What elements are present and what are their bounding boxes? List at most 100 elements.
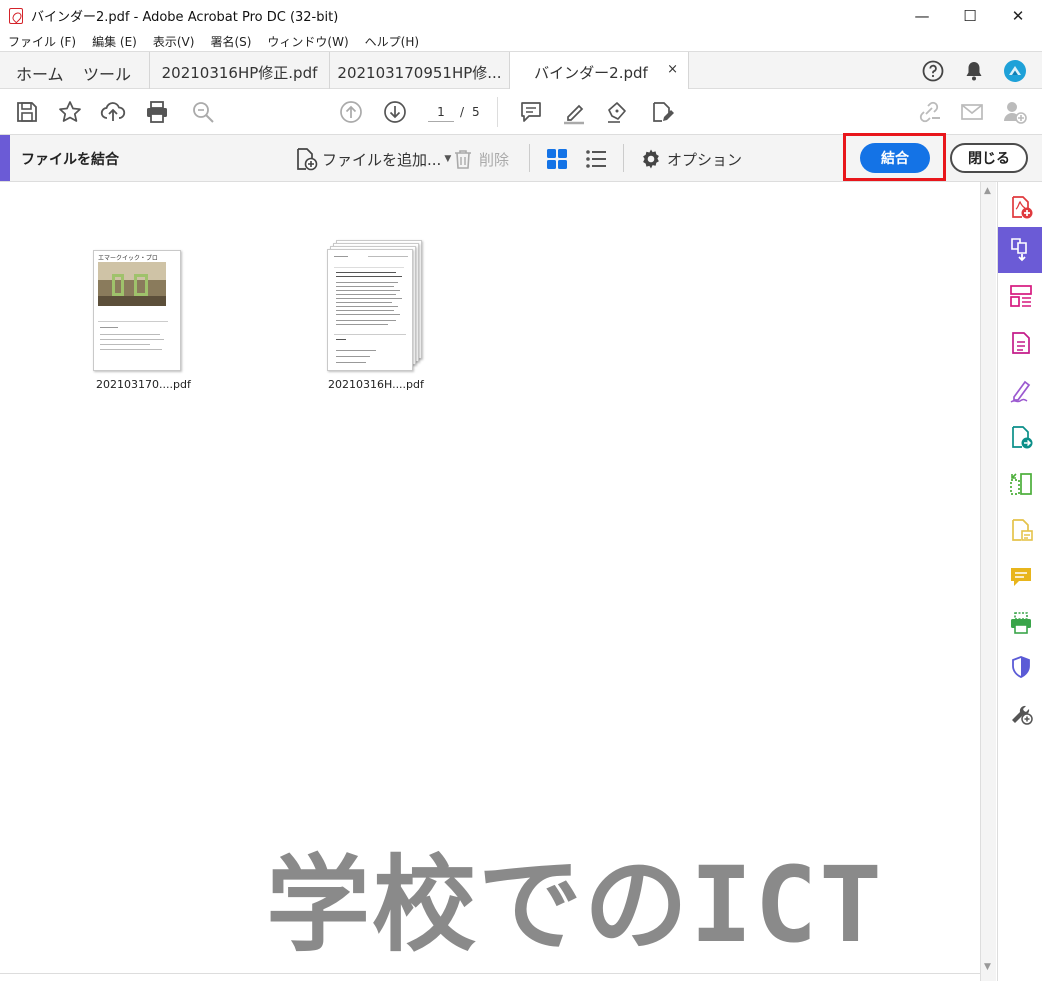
combine-title: ファイルを結合: [21, 152, 119, 168]
menu-edit[interactable]: 編集 (E): [84, 33, 145, 50]
status-divider: [0, 973, 980, 974]
watermark-text: 学校でのICT: [266, 844, 884, 966]
previous-page-icon[interactable]: [338, 99, 364, 125]
organize-pages-tool[interactable]: [998, 273, 1042, 319]
current-page-input[interactable]: 1: [428, 102, 454, 122]
preview-photo: [98, 262, 166, 306]
export-pdf-icon: [1011, 332, 1030, 354]
more-tools[interactable]: [998, 690, 1042, 736]
file-name-label: 202103170....pdf: [96, 378, 191, 391]
print-icon[interactable]: [144, 99, 170, 125]
email-icon[interactable]: [959, 99, 985, 125]
combine-files-bar: ファイルを結合 ファイルを追加... ▼ 削除 オプション 結合 閉じる: [0, 133, 1042, 182]
close-window-button[interactable]: ✕: [994, 0, 1042, 31]
combine-button[interactable]: 結合: [860, 143, 930, 173]
wrench-plus-icon: [1011, 705, 1033, 725]
comment-icon[interactable]: [518, 99, 544, 125]
fill-sign-pen-icon[interactable]: [605, 99, 631, 125]
add-user-icon[interactable]: [1002, 99, 1028, 125]
tab-document-label: バインダー2.pdf: [534, 64, 648, 82]
help-icon[interactable]: [921, 59, 945, 83]
window-controls: — ☐ ✕: [898, 0, 1042, 31]
toolbar-divider: [497, 97, 498, 127]
combine-divider: [529, 144, 530, 172]
file-name-label: 20210316H....pdf: [328, 378, 424, 391]
print-production-tool[interactable]: [998, 600, 1042, 646]
fill-sign-tool[interactable]: [998, 368, 1042, 414]
organize-pages-icon: [1009, 285, 1032, 307]
delete-button[interactable]: 削除: [452, 147, 509, 171]
main-toolbar: 1 / 5: [0, 89, 1042, 135]
combine-accent-strip: [0, 135, 10, 181]
menu-view[interactable]: 表示(V): [145, 33, 203, 50]
edit-pdf-icon: [1011, 519, 1033, 541]
trash-icon: [455, 150, 471, 169]
add-files-label: ファイルを追加...: [322, 150, 442, 169]
tab-document-1[interactable]: 20210316HP修正.pdf: [149, 52, 329, 89]
send-for-review-tool[interactable]: [998, 414, 1042, 460]
notification-bell-icon[interactable]: [962, 59, 986, 83]
tab-close-icon[interactable]: ×: [667, 62, 678, 77]
highlight-pen-icon[interactable]: [561, 99, 587, 125]
protect-tool[interactable]: [998, 644, 1042, 690]
options-button[interactable]: オプション: [640, 147, 742, 171]
tab-tools[interactable]: ツール: [83, 61, 131, 85]
scroll-up-arrow-icon[interactable]: ▲: [984, 186, 991, 196]
bookmark-star-icon[interactable]: [57, 99, 83, 125]
tab-document-3[interactable]: バインダー2.pdf ×: [509, 52, 689, 90]
export-pdf-tool[interactable]: [998, 320, 1042, 366]
menu-sign[interactable]: 署名(S): [202, 33, 259, 50]
share-link-icon[interactable]: [916, 99, 942, 125]
tab-document-2[interactable]: 20210317095​1HP修...: [329, 52, 509, 89]
page-separator: /: [460, 105, 465, 119]
account-avatar-icon[interactable]: [1003, 59, 1027, 83]
chevron-down-icon: ▼: [444, 154, 452, 164]
options-label: オプション: [667, 150, 743, 169]
protect-shield-icon: [1011, 656, 1030, 678]
edit-document-icon[interactable]: [649, 99, 675, 125]
pdf-page-preview: エマークイック・プロ: [93, 250, 181, 371]
close-combine-button[interactable]: 閉じる: [950, 143, 1028, 173]
add-file-icon: [297, 148, 318, 171]
comment-tool[interactable]: [998, 554, 1042, 600]
scroll-down-arrow-icon[interactable]: ▼: [984, 962, 991, 972]
combine-files-tool[interactable]: [998, 227, 1042, 273]
add-files-button[interactable]: ファイルを追加... ▼: [294, 147, 451, 171]
minimize-button[interactable]: —: [898, 0, 946, 31]
comment-icon: [1010, 568, 1031, 586]
compare-tool[interactable]: [998, 461, 1042, 507]
menu-window[interactable]: ウィンドウ(W): [259, 33, 356, 50]
tab-row: ホーム ツール 20210316HP修正.pdf 20210317095​1HP…: [0, 51, 1042, 90]
tab-home[interactable]: ホーム: [16, 61, 64, 85]
vertical-scrollbar[interactable]: ▲ ▼: [980, 182, 996, 981]
zoom-search-icon[interactable]: [190, 99, 216, 125]
gear-icon: [643, 149, 659, 169]
maximize-button[interactable]: ☐: [946, 0, 994, 31]
combine-divider: [623, 144, 624, 172]
combine-files-icon: [1010, 238, 1027, 262]
fill-sign-icon: [1010, 380, 1030, 403]
menu-help[interactable]: ヘルプ(H): [357, 33, 427, 50]
thumbnail-view-icon[interactable]: [546, 148, 568, 170]
preview-header: エマークイック・プロ: [98, 255, 158, 262]
delete-label: 削除: [479, 150, 510, 169]
edit-pdf-tool[interactable]: [998, 507, 1042, 553]
next-page-icon[interactable]: [382, 99, 408, 125]
menu-file[interactable]: ファイル (F): [0, 33, 84, 50]
tab-document-label: 20210316HP修正.pdf: [161, 64, 318, 82]
pdf-page-preview: [327, 249, 413, 371]
save-icon[interactable]: [14, 99, 40, 125]
menu-bar: ファイル (F) 編集 (E) 表示(V) 署名(S) ウィンドウ(W) ヘルプ…: [0, 31, 1042, 51]
cloud-upload-icon[interactable]: [100, 99, 126, 125]
acrobat-app-icon: [9, 7, 23, 24]
list-view-icon[interactable]: [585, 148, 607, 170]
create-pdf-tool[interactable]: [998, 184, 1042, 230]
window-title: バインダー2.pdf - Adobe Acrobat Pro DC (32-bi…: [31, 10, 339, 25]
send-for-review-icon: [1011, 426, 1032, 449]
tab-document-label: 20210317095​1HP修...: [337, 64, 502, 82]
title-bar: バインダー2.pdf - Adobe Acrobat Pro DC (32-bi…: [0, 0, 1042, 31]
right-tools-panel: [997, 182, 1042, 981]
compare-icon: [1009, 473, 1032, 495]
total-pages: 5: [472, 105, 480, 119]
print-production-icon: [1010, 612, 1031, 634]
